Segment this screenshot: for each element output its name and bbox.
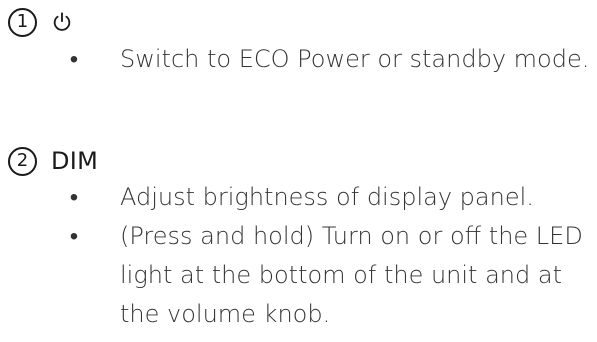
number-badge: 2 [8, 146, 37, 176]
item-title: DIM [51, 147, 99, 175]
list-item: • Adjust brightness of display panel. [8, 178, 593, 217]
item-heading: 1 [8, 4, 593, 40]
bullet-glyph: • [69, 222, 79, 250]
bullet-text: (Press and hold) Turn on or off the LED … [120, 222, 583, 328]
bullet-glyph: • [69, 183, 79, 211]
control-item-1: 1 • Switch to ECO Power or standby mode. [8, 4, 593, 79]
control-item-2: 2 DIM • Adjust brightness of display pan… [8, 143, 593, 334]
bullet-glyph: • [69, 45, 79, 73]
item-heading: 2 DIM [8, 143, 593, 179]
bullet-text: Switch to ECO Power or standby mode. [120, 45, 590, 73]
bullet-text: Adjust brightness of display panel. [120, 183, 534, 211]
bullet-list: • Switch to ECO Power or standby mode. [8, 40, 593, 79]
list-item: • Switch to ECO Power or standby mode. [8, 40, 593, 79]
number-badge: 1 [8, 7, 37, 37]
bullet-list: • Adjust brightness of display panel. • … [8, 178, 593, 334]
power-icon [53, 12, 71, 31]
list-item: • (Press and hold) Turn on or off the LE… [8, 217, 593, 334]
